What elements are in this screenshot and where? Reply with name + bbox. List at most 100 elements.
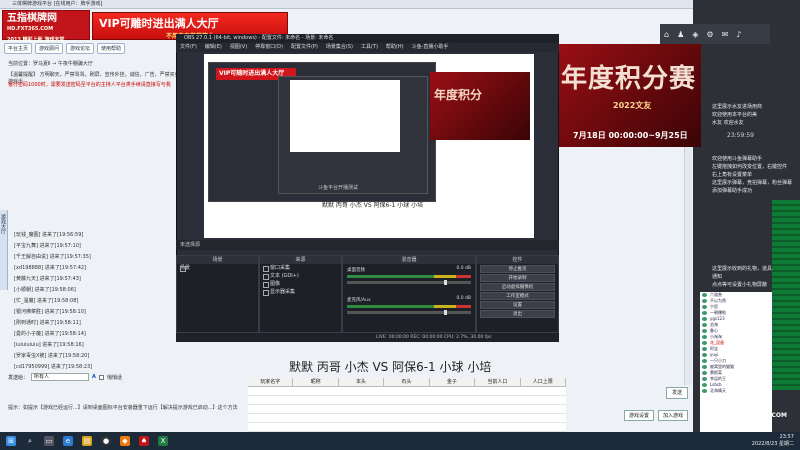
user-icon[interactable]: ♟ xyxy=(677,30,684,39)
danmaku-line: 添加弹幕助手成功 xyxy=(712,188,753,194)
tip-bar: 提示：如提示【游戏已经运行...】请到桌面图标平台安装器重下运行【解决提示游戏已… xyxy=(8,405,238,411)
volume-slider[interactable] xyxy=(347,280,471,285)
menu-tools[interactable]: 工具(T) xyxy=(361,43,378,52)
taskbar-clock[interactable]: 23:57 2022/8/23 星期二 xyxy=(752,434,794,448)
file-explorer-icon[interactable]: ▤ xyxy=(82,436,92,446)
obs-menubar: 文件(F) 编辑(E) 视图(V) 停靠窗口(D) 配置文件(P) 场景集合(S… xyxy=(176,43,559,52)
online-user-list: 六道叁 不以为然 宁愿 一朝爆啦 ygs123 沧海 鲁心 小淘淘 花_昆唐 阿… xyxy=(700,292,772,432)
nav-help-button[interactable]: 使用帮助 xyxy=(97,43,126,54)
logo-main: 五指棋牌网 xyxy=(7,13,57,24)
sources-dock-title: 来源 xyxy=(260,256,341,264)
sheet-grid[interactable] xyxy=(248,387,566,432)
mixer-dock: 混音器 桌面音频 0.0 dB 麦克风/Aux 0.0 dB xyxy=(342,255,476,333)
sheet-column-header[interactable]: 玩家名字 xyxy=(248,378,294,387)
virtual-camera-button[interactable]: 启动虚拟摄像机 xyxy=(480,283,555,291)
client-nav: 平台主页 游戏顾问 游戏论坛 使用帮助 xyxy=(0,43,175,54)
preview-caption: 默默 丙哥 小杰 VS 阿保6-1 小球 小培 xyxy=(322,202,424,209)
gift-icon[interactable]: ✉ xyxy=(722,30,729,39)
event-banner-year: 2022文友 xyxy=(613,101,652,110)
sheet-column-header[interactable]: 本头 xyxy=(338,378,385,387)
entry-notice-line: 水友 欢迎水友 xyxy=(712,120,744,126)
taskbar: ⊞ ⌕ ▭ e ▤ ● ◆ ♠ X 23:57 2022/8/23 星期二 xyxy=(0,432,800,450)
spreadsheet-app-icon[interactable]: X xyxy=(158,436,168,446)
game-settings-button[interactable]: 游戏设置 xyxy=(624,410,654,421)
home-icon[interactable]: ⌂ xyxy=(664,30,669,39)
douyu-app-icon[interactable]: ◆ xyxy=(120,436,130,446)
menu-view[interactable]: 视图(V) xyxy=(230,43,247,52)
edge-browser-icon[interactable]: e xyxy=(63,436,73,446)
mixer-channel-value: 0.0 dB xyxy=(456,296,471,301)
sheet-column-header[interactable]: 石头 xyxy=(384,378,430,387)
danmaku-notice: 欢迎使用斗鱼弹幕助手 左键拖拽如何改变位置，右键控件 右上角有设置菜单 这里展示… xyxy=(712,155,800,195)
source-item[interactable]: 窗口采集 xyxy=(260,264,341,272)
menu-file[interactable]: 文件(F) xyxy=(180,43,197,52)
volume-slider[interactable] xyxy=(347,310,471,315)
send-to-label: 发送给： xyxy=(8,374,29,381)
gamepad-icon[interactable]: ◈ xyxy=(692,30,698,39)
start-recording-button[interactable]: 开始录制 xyxy=(480,274,555,282)
controls-dock: 控件 停止推流 开始录制 启动虚拟摄像机 工作室模式 设置 退出 xyxy=(476,255,559,333)
scene-item[interactable]: 场景 xyxy=(177,264,258,272)
search-icon[interactable]: ⌕ xyxy=(25,436,35,446)
room-warning: 银行密码1000时，需要发送密码至平台的主持人平台类手续请直接写与我 xyxy=(8,82,171,88)
sheet-column-header[interactable]: 昵称 xyxy=(293,378,339,387)
private-checkbox[interactable] xyxy=(98,374,104,380)
game-app-icon[interactable]: ♠ xyxy=(139,436,149,446)
mixer-channel-name: 桌面音频 xyxy=(347,268,365,273)
source-item[interactable]: 图像 xyxy=(260,280,341,288)
sheet-column-header[interactable]: 金子 xyxy=(429,378,476,387)
nested-event-banner: 年度积分 xyxy=(430,72,530,140)
lobby-side-tab[interactable]: 游戏大厅 xyxy=(0,210,8,290)
user-level-column xyxy=(772,200,800,390)
nav-advisor-button[interactable]: 游戏顾问 xyxy=(35,43,64,54)
volume-meter xyxy=(347,275,471,278)
send-to-select[interactable]: 所有人 xyxy=(31,373,90,381)
danmaku-line: 这里展示弹幕，竞拍弹幕，粉丝弹幕 xyxy=(712,180,793,186)
send-button[interactable]: 发送 xyxy=(666,387,688,399)
menu-help[interactable]: 帮助(H) xyxy=(386,43,404,52)
settings-button[interactable]: 设置 xyxy=(480,301,555,309)
list-item[interactable]: 北海晴天 xyxy=(700,388,772,394)
sheet-column-header[interactable]: 人口上限 xyxy=(520,378,566,387)
stop-stream-button[interactable]: 停止推流 xyxy=(480,265,555,273)
task-view-icon[interactable]: ▭ xyxy=(44,436,54,446)
studio-mode-button[interactable]: 工作室模式 xyxy=(480,292,555,300)
font-icon[interactable]: A xyxy=(92,374,96,380)
scenes-dock-title: 场景 xyxy=(177,256,258,264)
menu-profile[interactable]: 配置文件(P) xyxy=(291,43,318,52)
private-label: 悄悄话 xyxy=(106,374,122,381)
no-source-bar: 未选择源 xyxy=(176,240,559,250)
exit-button[interactable]: 退出 xyxy=(480,310,555,318)
obs-app-icon[interactable]: ● xyxy=(101,436,111,446)
bell-icon[interactable]: ♪ xyxy=(736,30,741,39)
match-caption: 默默 丙哥 小杰 VS 阿保6-1 小球 小培 xyxy=(289,360,492,374)
chat-line: [xd198888] 进来了[19:57:42] xyxy=(14,265,87,271)
chat-line: [忙_温魔] 进来了[19:58:08] xyxy=(14,298,79,304)
danmaku-line: 欢迎使用斗鱼弹幕助手 xyxy=(712,156,763,162)
source-item[interactable]: 文本 (GDI+) xyxy=(260,272,341,280)
windows-start-icon[interactable]: ⊞ xyxy=(6,436,16,446)
sheet-header-row: 玩家名字 昵称 本头 石头 金子 当前人口 人口上限 xyxy=(248,378,566,387)
nav-forum-button[interactable]: 游戏论坛 xyxy=(66,43,95,54)
room-location: 当前位置：罗马夏Ⅱ → 午夜牛棚骗大厅 xyxy=(8,61,93,67)
client-titlebar: 三体棋牌游戏平台 [在线用户：牌手游戏] xyxy=(0,0,800,9)
sheet-column-header[interactable]: 当前人口 xyxy=(475,378,521,387)
controls-dock-title: 控件 xyxy=(477,256,558,264)
menu-docks[interactable]: 停靠窗口(D) xyxy=(255,43,283,52)
menu-scene-collection[interactable]: 场景集合(S) xyxy=(326,43,353,52)
join-game-button[interactable]: 加入游戏 xyxy=(658,410,688,421)
event-banner: 年度积分赛 2022文友 7月18日 00:00:00~9月25日 xyxy=(555,44,701,147)
vip-banner-title: VIP可雕时进出满人大厅 xyxy=(99,17,219,30)
clock-time: 23:57 xyxy=(779,434,794,440)
gear-icon[interactable]: ⚙ xyxy=(706,30,713,39)
chat-line: [玩钱_魔图] 进来了[19:56:59] xyxy=(14,232,84,238)
menu-douyu-assistant[interactable]: 斗鱼-直播小助手 xyxy=(412,43,449,52)
nav-home-button[interactable]: 平台主页 xyxy=(4,43,33,54)
danmaku-line: 左键拖拽如何改变位置，右键控件 xyxy=(712,164,788,170)
client-logo: 五指棋牌网 HD.FXT365.COM 2013 精彩上新 游戏天堂 xyxy=(2,10,90,43)
mixer-channel: 桌面音频 0.0 dB xyxy=(343,264,475,286)
source-item[interactable]: 显示器采集 xyxy=(260,288,341,296)
countdown-time: 23:59:59 xyxy=(727,132,754,139)
douyu-logo: DOUYU.COM xyxy=(745,412,787,419)
menu-edit[interactable]: 编辑(E) xyxy=(205,43,222,52)
